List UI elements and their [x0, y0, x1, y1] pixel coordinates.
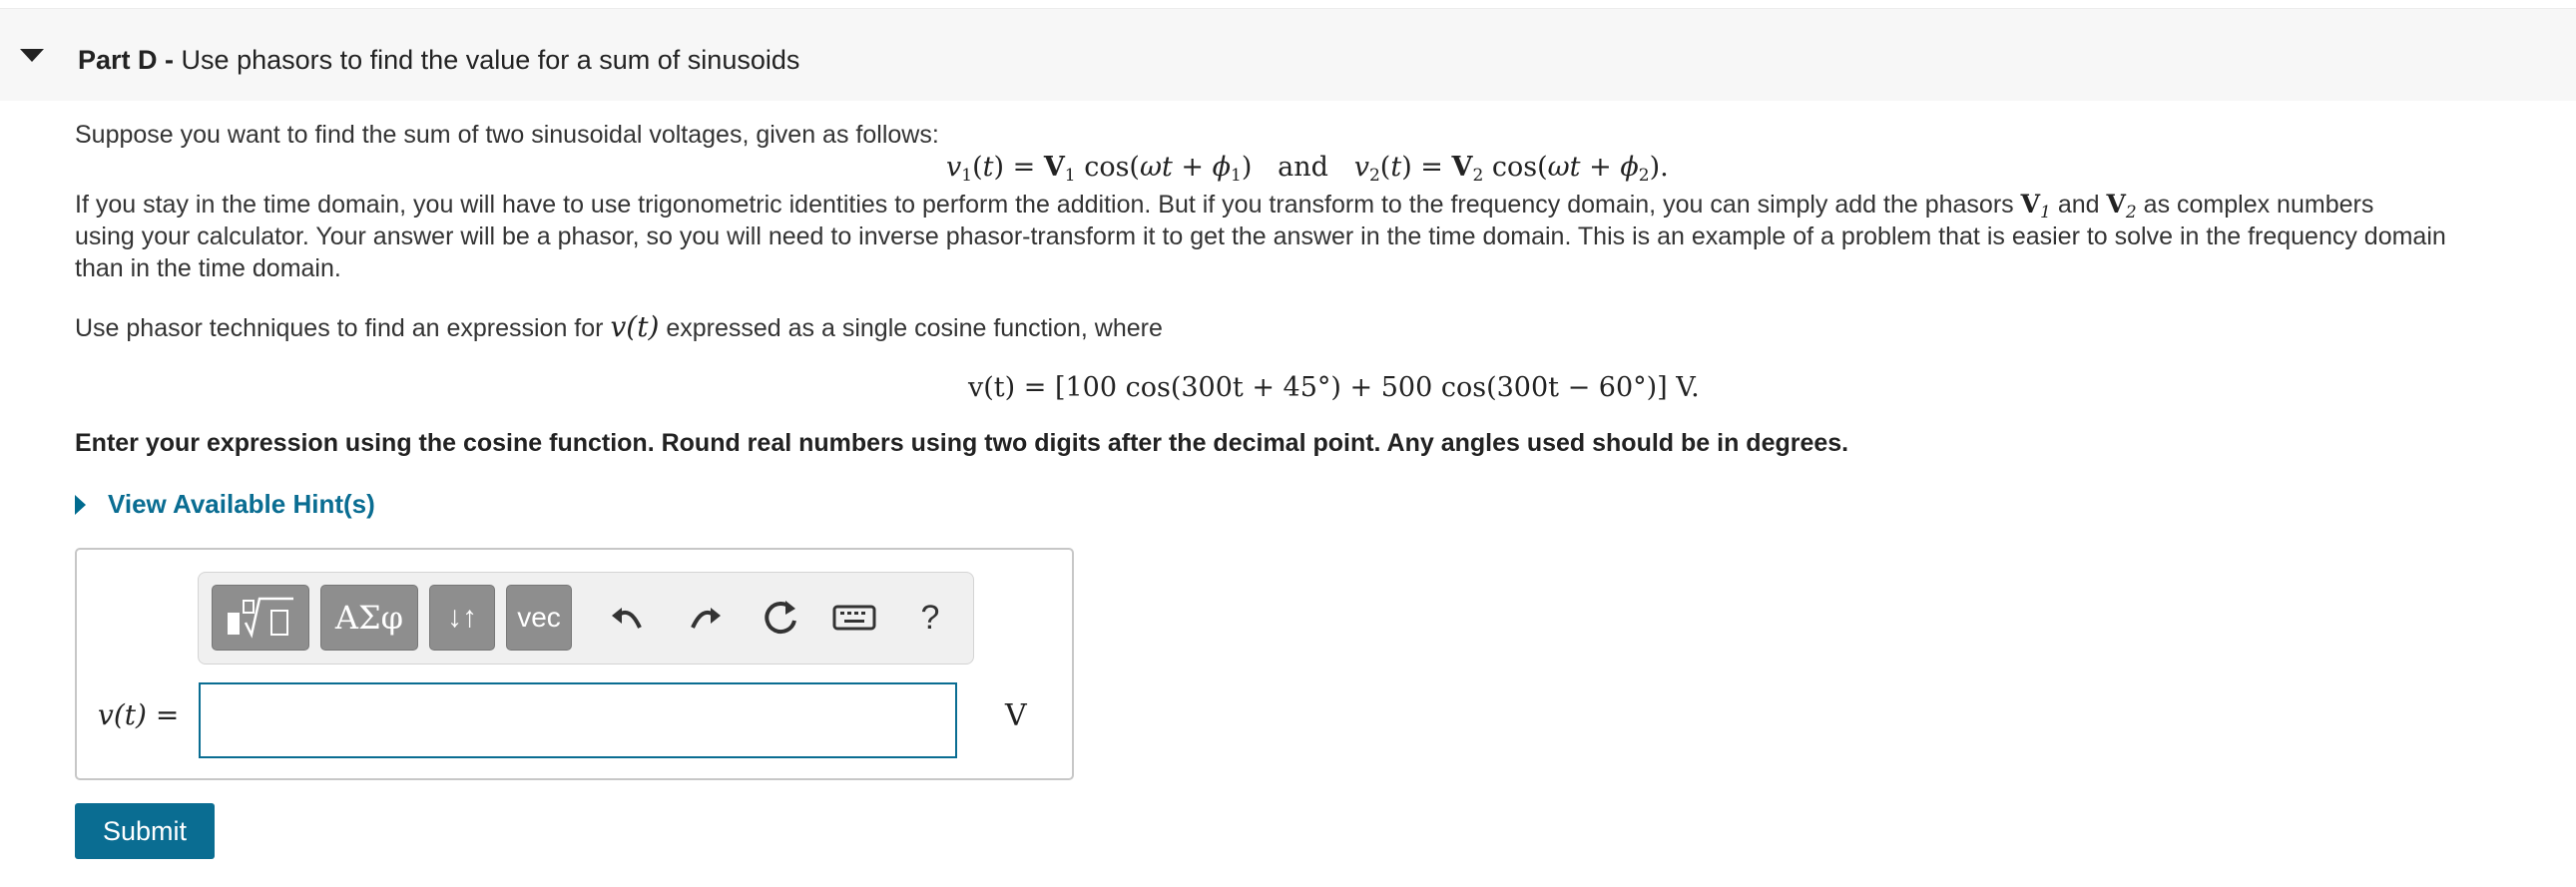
keyboard-icon[interactable]	[829, 593, 879, 643]
part-title-text: Use phasors to find the value for a sum …	[181, 45, 800, 75]
answer-label: v(t) =	[98, 698, 179, 731]
eq1-and: and	[1278, 152, 1328, 183]
para2-and: and	[2057, 191, 2100, 219]
greek-symbols-button[interactable]: ΑΣφ	[320, 585, 418, 651]
answer-input[interactable]	[199, 682, 957, 758]
para2-part-b: as complex numbers	[2143, 191, 2374, 219]
redo-icon[interactable]	[680, 593, 730, 643]
equation-vt: v(t) = [100 cos(300t + 45°) + 500 cos(30…	[968, 372, 1700, 403]
answer-label-text: v(t) =	[98, 698, 180, 731]
equation-sinusoids: v1(t) = V1 cos(ωt + ϕ1) and v2(t) = V2 c…	[946, 152, 1669, 186]
undo-icon[interactable]	[603, 593, 653, 643]
instructions: Enter your expression using the cosine f…	[75, 429, 1849, 457]
paragraph-line-2: using your calculator. Your answer will …	[75, 222, 2446, 250]
part-header[interactable]: Part D - Use phasors to find the value f…	[0, 8, 2576, 101]
para3-part-b: expressed as a single cosine function, w…	[666, 314, 1163, 342]
vector-button[interactable]: vec	[506, 585, 572, 651]
paragraph-line-3: than in the time domain.	[75, 254, 341, 282]
part-prefix: Part D -	[78, 45, 175, 75]
templates-icon	[228, 597, 293, 639]
math-toolbar: ΑΣφ ↓↑ vec ?	[198, 572, 974, 665]
part-title: Part D - Use phasors to find the value f…	[78, 45, 799, 76]
expand-caret-icon	[75, 494, 86, 515]
help-icon[interactable]: ?	[905, 593, 955, 643]
paragraph-phasor-technique: Use phasor techniques to find an express…	[75, 310, 1163, 343]
intro-text: Suppose you want to find the sum of two …	[75, 121, 939, 149]
subscript-superscript-button[interactable]: ↓↑	[429, 585, 495, 651]
para2-part-a: If you stay in the time domain, you will…	[75, 191, 2014, 219]
view-hints-link[interactable]: View Available Hint(s)	[75, 489, 375, 520]
submit-button[interactable]: Submit	[75, 803, 215, 859]
hint-label: View Available Hint(s)	[108, 489, 375, 519]
reset-icon[interactable]	[756, 593, 805, 643]
collapse-caret-icon[interactable]	[20, 49, 44, 62]
para3-part-a: Use phasor techniques to find an express…	[75, 314, 604, 342]
templates-button[interactable]	[212, 585, 309, 651]
answer-unit: V	[1005, 698, 1027, 733]
